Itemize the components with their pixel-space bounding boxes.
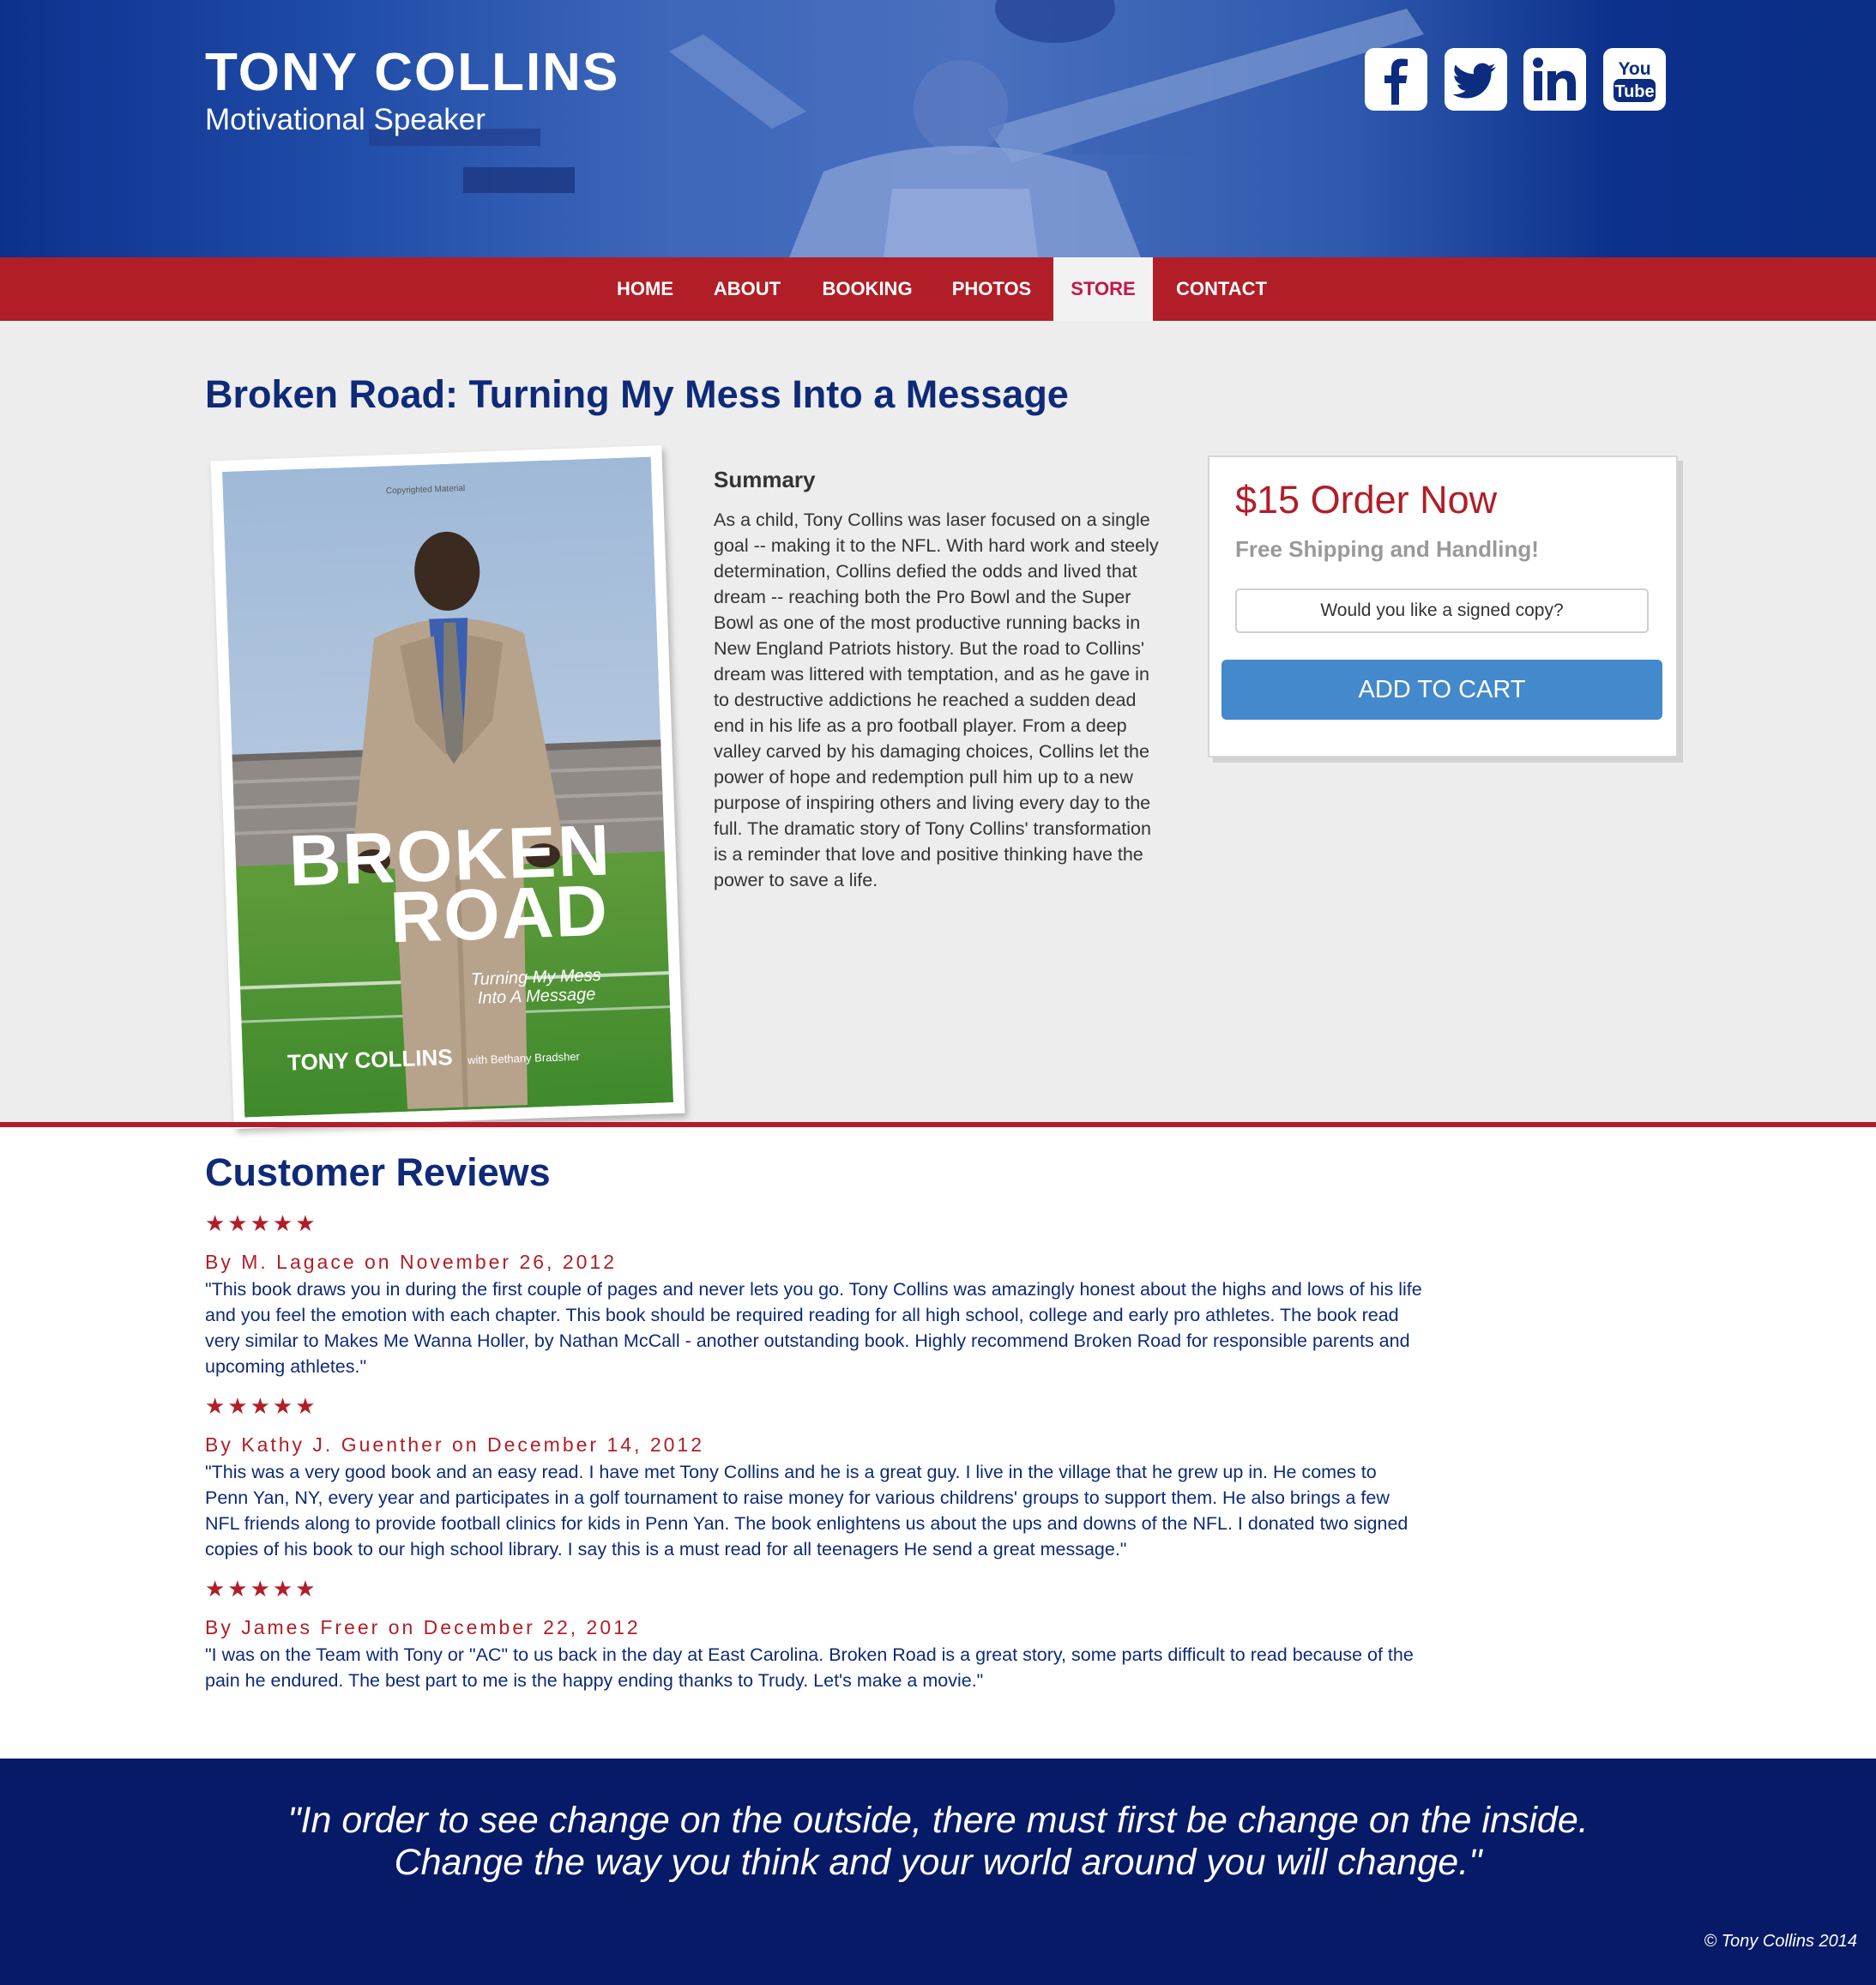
nav-booking[interactable]: BOOKING [811, 257, 924, 321]
review-text: "I was on the Team with Tony or "AC" to … [205, 1644, 1414, 1691]
star-rating: ★★★★★ [205, 1576, 318, 1602]
linkedin-link[interactable] [1523, 48, 1586, 111]
copyright: © Tony Collins 2014 [1704, 1932, 1857, 1951]
twitter-link[interactable] [1445, 48, 1507, 111]
svg-text:Tube: Tube [1614, 82, 1654, 101]
nav-photos[interactable]: PHOTOS [941, 257, 1042, 321]
review-author-date: By Kathy J. Guenther on December 14, 201… [205, 1433, 704, 1456]
signed-copy-select[interactable]: Would you like a signed copy? [1235, 588, 1649, 633]
youtube-link[interactable]: You Tube [1603, 48, 1666, 111]
linkedin-icon [1533, 57, 1576, 100]
youtube-icon: You Tube [1614, 59, 1656, 102]
review-author-date: By M. Lagace on November 26, 2012 [205, 1251, 618, 1273]
facebook-link[interactable] [1365, 48, 1427, 111]
svg-text:You: You [1618, 59, 1650, 79]
site-subtitle: Motivational Speaker [205, 103, 486, 136]
brand: TONY COLLINS Motivational Speaker [205, 43, 619, 137]
review-text: "This book draws you in during the first… [205, 1279, 1422, 1377]
cover-title-line2: ROAD [389, 870, 610, 958]
star-rating: ★★★★★ [205, 1393, 318, 1419]
nav-about[interactable]: ABOUT [699, 257, 795, 321]
summary-heading: Summary [714, 467, 816, 492]
review-author-date: By James Freer on December 22, 2012 [205, 1616, 641, 1638]
reviews-heading: Customer Reviews [205, 1150, 551, 1194]
order-price-title: $15 Order Now [1235, 478, 1498, 522]
quote-line-1: "In order to see change on the outside, … [287, 1800, 1589, 1841]
site-title[interactable]: TONY COLLINS [205, 43, 619, 103]
order-panel: $15 Order Now Free Shipping and Handling… [1208, 456, 1678, 757]
main-nav: HOME ABOUT BOOKING PHOTOS STORE CONTACT [0, 257, 1876, 321]
review-text: "This was a very good book and an easy r… [205, 1462, 1409, 1560]
shipping-note: Free Shipping and Handling! [1235, 536, 1539, 562]
product-title: Broken Road: Turning My Mess Into a Mess… [205, 372, 1069, 416]
review-item: ★★★★★ By Kathy J. Guenther on December 1… [205, 1394, 1423, 1562]
nav-contact[interactable]: CONTACT [1166, 257, 1277, 321]
summary-text: As a child, Tony Collins was laser focus… [714, 510, 1159, 890]
site-header: TONY COLLINS Motivational Speaker You Tu… [0, 0, 1876, 257]
facebook-icon [1384, 58, 1408, 105]
nav-home[interactable]: HOME [600, 257, 690, 321]
quote-line-2: Change the way you think and your world … [394, 1842, 1482, 1883]
section-divider [0, 1122, 1876, 1127]
book-cover-image: Copyrighted Material BROKEN ROAD Turning… [222, 456, 673, 1118]
footer-quote: "In order to see change on the outside, … [0, 1800, 1876, 1884]
review-item: ★★★★★ By M. Lagace on November 26, 2012 … [205, 1211, 1423, 1379]
star-rating: ★★★★★ [205, 1210, 318, 1236]
book-cover: Copyrighted Material BROKEN ROAD Turning… [210, 445, 685, 1129]
add-to-cart-button[interactable]: ADD TO CART [1222, 660, 1662, 720]
nav-store[interactable]: STORE [1053, 257, 1153, 321]
site-footer: "In order to see change on the outside, … [0, 1759, 1876, 1985]
twitter-icon [1452, 63, 1496, 99]
review-item: ★★★★★ By James Freer on December 22, 201… [205, 1577, 1423, 1693]
